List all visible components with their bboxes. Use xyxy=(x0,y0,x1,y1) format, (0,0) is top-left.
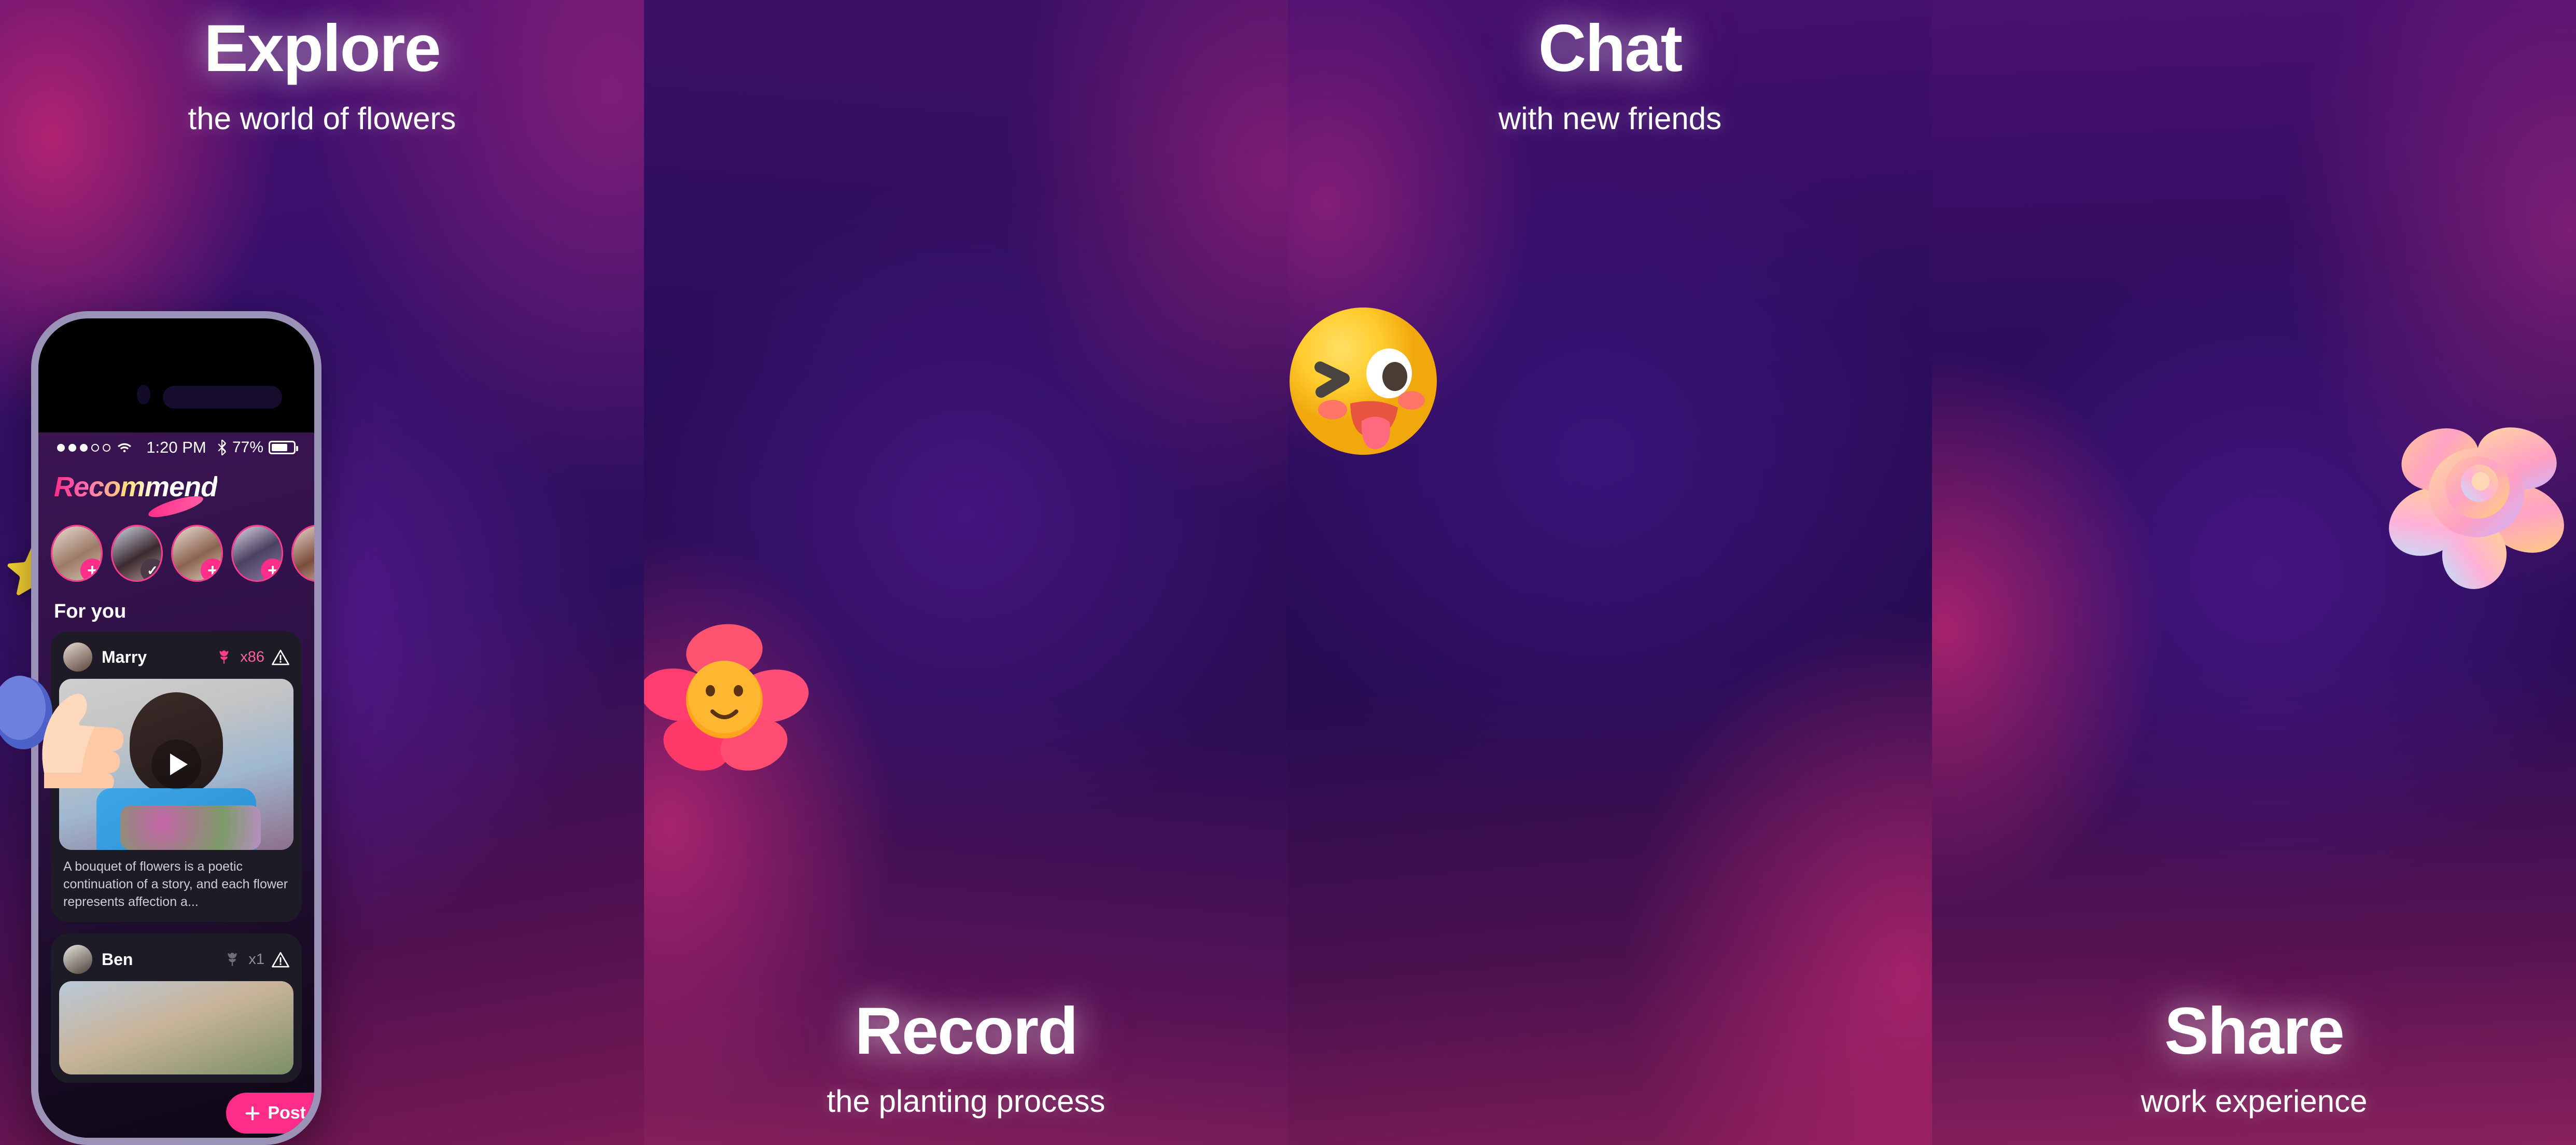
panel-background xyxy=(1288,0,1932,1145)
panel-chat: Chat with new friends xyxy=(1288,0,1932,1145)
headline-block-record: Record the planting process xyxy=(644,998,1288,1119)
post-button-label: Post xyxy=(268,1103,306,1123)
subline-explore: the world of flowers xyxy=(188,101,456,136)
avatar[interactable] xyxy=(63,643,92,672)
headline-record: Record xyxy=(855,994,1079,1068)
rainbow-rose-3d-icon xyxy=(2378,394,2575,591)
play-icon[interactable] xyxy=(151,739,201,789)
battery-percent: 77% xyxy=(232,439,263,456)
front-camera-icon xyxy=(137,385,150,404)
wifi-icon xyxy=(118,443,131,453)
subline-chat: with new friends xyxy=(1498,101,1722,136)
tulip-icon xyxy=(228,953,237,966)
status-bar: 1:20 PM 77% xyxy=(38,432,314,463)
panel-share: 2 % 445 % Through the flower materials a… xyxy=(1932,0,2576,1145)
feed-card-marry[interactable]: Marry x86 A bouquet of flowers is a poet… xyxy=(51,631,302,923)
subline-share: work experience xyxy=(2140,1084,2368,1119)
phone-mockup-explore: 1:20 PM 77% Recommend + ✓ + + For you Ma… xyxy=(31,311,321,1145)
headline-block-share: Share work experience xyxy=(1932,998,2576,1119)
post-author-name: Ben xyxy=(102,949,133,969)
followed-check-button[interactable]: ✓ xyxy=(141,558,161,580)
panel-record: Light 15% Temp. 45℃ xyxy=(644,0,1288,1145)
avatar-user-1[interactable]: + xyxy=(51,525,103,582)
post-media[interactable] xyxy=(59,981,293,1075)
post-button[interactable]: Post xyxy=(226,1093,314,1134)
headline-chat: Chat xyxy=(1538,11,1683,86)
phone-screen-bezel: 1:20 PM 77% Recommend + ✓ + + For you Ma… xyxy=(38,318,314,1138)
flower-smiley-3d-icon xyxy=(644,612,810,783)
panel-background xyxy=(644,0,1288,1145)
winking-tongue-emoji-3d-icon xyxy=(1288,301,1444,462)
recommended-users-list[interactable]: + ✓ + + xyxy=(38,513,314,582)
warning-icon[interactable] xyxy=(272,951,289,968)
card-meta: x1 xyxy=(223,951,289,968)
flower-count: x86 xyxy=(240,648,264,665)
signal-strength-icon xyxy=(57,443,110,452)
subline-record: the planting process xyxy=(827,1084,1105,1119)
section-header-for-you: For you xyxy=(54,601,127,622)
section-header-recommend: Recommend xyxy=(38,463,314,522)
app-screen-explore: 1:20 PM 77% Recommend + ✓ + + For you Ma… xyxy=(38,432,314,1138)
card-header: Ben x1 xyxy=(59,942,293,981)
warning-icon[interactable] xyxy=(272,649,289,665)
status-bar-right: 77% xyxy=(217,439,298,456)
follow-button[interactable]: + xyxy=(201,558,221,580)
plus-icon xyxy=(245,1106,260,1120)
avatar-user-2[interactable]: ✓ xyxy=(111,525,163,582)
status-bar-left xyxy=(57,441,133,454)
avatar-user-3[interactable]: + xyxy=(171,525,223,582)
panel-explore: Explore the world of flowers 1:20 PM 77%… xyxy=(0,0,644,1145)
earpiece-speaker xyxy=(163,386,282,409)
post-caption: A bouquet of flowers is a poetic continu… xyxy=(63,859,288,909)
follow-button[interactable]: + xyxy=(80,558,101,580)
feed-list: Marry x86 A bouquet of flowers is a poet… xyxy=(38,623,314,1083)
headline-share: Share xyxy=(2164,994,2345,1068)
tulip-icon xyxy=(219,650,229,664)
post-media[interactable] xyxy=(59,679,293,850)
status-time: 1:20 PM xyxy=(146,438,206,456)
headline-block-explore: Explore the world of flowers xyxy=(0,16,644,136)
avatar-user-4[interactable]: + xyxy=(231,525,283,582)
flower-count: x1 xyxy=(248,951,264,968)
battery-icon xyxy=(269,441,298,454)
feed-card-ben[interactable]: Ben x1 xyxy=(51,933,302,1083)
avatar[interactable] xyxy=(63,945,92,974)
post-author-name: Marry xyxy=(102,647,147,666)
card-header: Marry x86 xyxy=(59,639,293,679)
headline-explore: Explore xyxy=(204,11,441,86)
card-meta: x86 xyxy=(215,648,289,666)
headline-block-chat: Chat with new friends xyxy=(1288,16,1932,136)
bluetooth-icon xyxy=(218,440,227,455)
avatar-user-5[interactable]: + xyxy=(291,525,314,582)
follow-button[interactable]: + xyxy=(261,558,282,580)
app-store-screenshot-showcase: Explore the world of flowers 1:20 PM 77%… xyxy=(0,0,2576,1145)
